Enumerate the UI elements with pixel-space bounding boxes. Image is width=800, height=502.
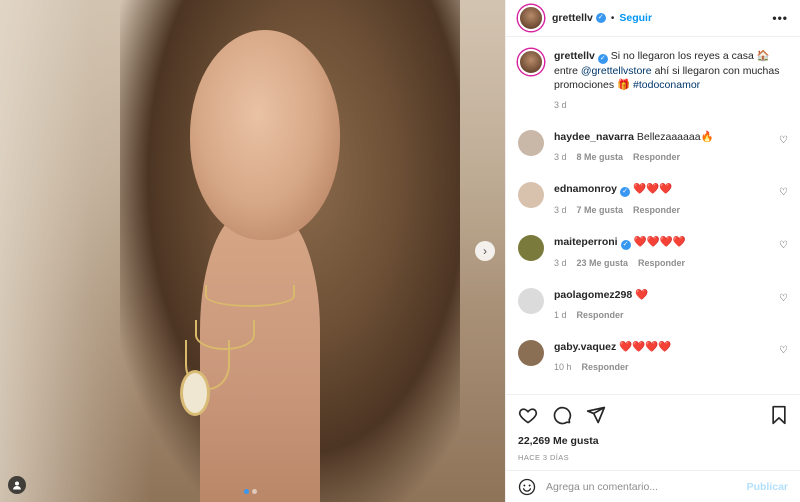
- caption-mention-link[interactable]: @grettellvstore: [581, 65, 652, 77]
- comment-reply-button[interactable]: Responder: [633, 152, 680, 162]
- comment-text: ednamonroy ✓ ❤️❤️❤️: [554, 182, 692, 197]
- comment-time[interactable]: 10 h: [554, 362, 572, 372]
- comment-time[interactable]: 3 d: [554, 205, 567, 215]
- carousel-dot-active: [244, 489, 249, 494]
- caption-hashtag-link[interactable]: #todoconamor: [633, 79, 700, 91]
- comment-body: ❤️: [635, 289, 649, 301]
- tagged-user-icon[interactable]: [8, 476, 26, 494]
- comment-likes[interactable]: 8 Me gusta: [577, 152, 624, 162]
- comment-time[interactable]: 3 d: [554, 258, 567, 268]
- post-actions: 22,269 Me gusta HACE 3 DÍAS: [506, 394, 800, 470]
- comments-list[interactable]: grettellv ✓ Si no llegaron los reyes a ca…: [506, 37, 800, 394]
- post-modal: › grettellv ✓ • Seguir ••• grettellv✓ S: [0, 0, 800, 502]
- comment-likes[interactable]: 7 Me gusta: [577, 205, 624, 215]
- comment-username[interactable]: paolagomez298: [554, 289, 632, 301]
- comment-time[interactable]: 3 d: [554, 152, 567, 162]
- comment-text: paolagomez298 ❤️: [554, 288, 668, 302]
- caption-time[interactable]: 3 d: [554, 100, 567, 110]
- post-date[interactable]: HACE 3 DÍAS: [518, 453, 788, 462]
- comment-body: ❤️❤️❤️❤️: [619, 341, 672, 353]
- verified-badge-icon: ✓: [620, 240, 631, 250]
- emoji-icon[interactable]: [518, 478, 536, 496]
- verified-badge-icon: ✓: [597, 54, 608, 64]
- share-paper-plane-icon[interactable]: [586, 405, 606, 425]
- comment-reply-button[interactable]: Responder: [633, 205, 680, 215]
- comment-like-heart-icon[interactable]: ♡: [779, 187, 788, 198]
- comment-like-heart-icon[interactable]: ♡: [779, 345, 788, 356]
- comment-likes[interactable]: 23 Me gusta: [577, 258, 629, 268]
- caption-meta: 3 d: [554, 100, 788, 110]
- comment-text: haydee_navarra Bellezaaaaaa🔥: [554, 130, 734, 144]
- necklace-pendant: [180, 370, 210, 416]
- photo-face: [190, 30, 340, 240]
- comment-bubble-icon[interactable]: [552, 405, 572, 425]
- separator-dot: •: [610, 12, 615, 24]
- save-bookmark-icon[interactable]: [770, 405, 788, 425]
- like-heart-icon[interactable]: [518, 405, 538, 425]
- comment-meta: 3 d 8 Me gusta Responder: [554, 152, 734, 162]
- comment-meta: 10 h Responder: [554, 362, 691, 372]
- comment-input[interactable]: [546, 480, 737, 493]
- caption-username[interactable]: grettellv: [554, 50, 595, 62]
- carousel-dots: [244, 489, 257, 494]
- comment-item: ednamonroy ✓ ❤️❤️❤️ 3 d 7 Me gusta Respon…: [518, 182, 788, 215]
- comment-username[interactable]: maiteperroni: [554, 236, 618, 248]
- comment-like-heart-icon[interactable]: ♡: [779, 293, 788, 304]
- next-photo-button[interactable]: ›: [475, 241, 495, 261]
- comment-meta: 3 d 23 Me gusta Responder: [554, 258, 706, 268]
- comment-text: gaby.vaquez ❤️❤️❤️❤️: [554, 340, 691, 354]
- comment-time[interactable]: 1 d: [554, 310, 567, 320]
- comment-like-heart-icon[interactable]: ♡: [779, 240, 788, 251]
- comment-username[interactable]: haydee_navarra: [554, 131, 634, 143]
- comment-avatar[interactable]: [518, 235, 544, 261]
- comment-body: ❤️❤️❤️❤️: [633, 236, 686, 248]
- comment-meta: 3 d 7 Me gusta Responder: [554, 205, 692, 215]
- comment-reply-button[interactable]: Responder: [638, 258, 685, 268]
- comment-item: haydee_navarra Bellezaaaaaa🔥 3 d 8 Me gu…: [518, 130, 788, 162]
- verified-badge-icon: ✓: [595, 13, 606, 23]
- comment-avatar[interactable]: [518, 182, 544, 208]
- add-comment-bar: Publicar: [506, 470, 800, 502]
- caption-text: grettellv ✓ Si no llegaron los reyes a ca…: [554, 49, 788, 92]
- action-icons: [518, 403, 788, 427]
- post-photo[interactable]: ›: [0, 0, 505, 502]
- comment-reply-button[interactable]: Responder: [577, 310, 624, 320]
- comment-avatar[interactable]: [518, 340, 544, 366]
- comment-item: paolagomez298 ❤️ 1 d Responder ♡: [518, 288, 788, 320]
- comment-avatar[interactable]: [518, 130, 544, 156]
- comment-body: ❤️❤️❤️: [632, 183, 673, 195]
- comment-username[interactable]: ednamonroy: [554, 183, 617, 195]
- likes-count[interactable]: 22,269 Me gusta: [518, 435, 788, 447]
- comment-reply-button[interactable]: Responder: [582, 362, 629, 372]
- author-username[interactable]: grettellv: [552, 12, 593, 24]
- publish-button[interactable]: Publicar: [747, 481, 788, 493]
- comment-username[interactable]: gaby.vaquez: [554, 341, 616, 353]
- comment-meta: 1 d Responder: [554, 310, 668, 320]
- author-avatar[interactable]: [518, 5, 544, 31]
- comment-body: Bellezaaaaaa🔥: [636, 131, 714, 143]
- comment-like-heart-icon[interactable]: ♡: [779, 135, 788, 146]
- post-header: grettellv ✓ • Seguir •••: [506, 0, 800, 37]
- post-sidebar: grettellv ✓ • Seguir ••• grettellv ✓ Si n…: [505, 0, 800, 502]
- caption: grettellv ✓ Si no llegaron los reyes a ca…: [518, 49, 788, 110]
- comment-item: maiteperroni ✓ ❤️❤️❤️❤️ 3 d 23 Me gusta R…: [518, 235, 788, 268]
- follow-button[interactable]: Seguir: [619, 12, 652, 24]
- verified-badge-icon: ✓: [620, 187, 631, 197]
- carousel-dot: [252, 489, 257, 494]
- necklace-1: [205, 285, 295, 307]
- comment-text: maiteperroni ✓ ❤️❤️❤️❤️: [554, 235, 706, 250]
- more-options-icon[interactable]: •••: [772, 11, 788, 25]
- comment-item: gaby.vaquez ❤️❤️❤️❤️ 10 h Responder ♡: [518, 340, 788, 372]
- caption-avatar[interactable]: [518, 49, 544, 75]
- comment-avatar[interactable]: [518, 288, 544, 314]
